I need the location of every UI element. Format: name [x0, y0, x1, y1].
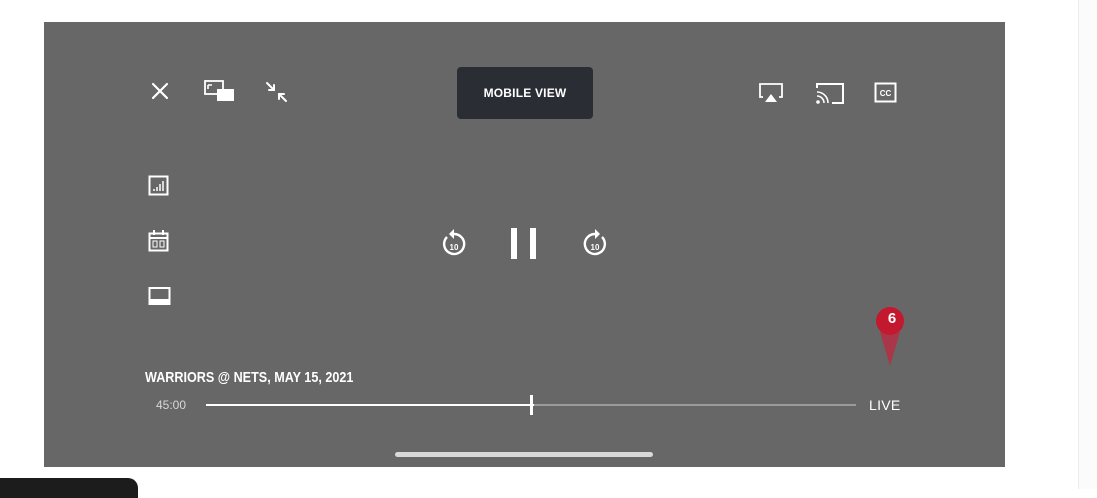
mini-player-icon[interactable] [148, 286, 172, 308]
svg-text:10: 10 [450, 243, 459, 252]
bottom-dark-tab[interactable] [0, 478, 138, 498]
game-title: WARRIORS @ NETS, MAY 15, 2021 [145, 369, 354, 386]
minimize-icon[interactable] [265, 81, 289, 103]
schedule-icon[interactable] [148, 229, 170, 253]
live-indicator[interactable]: LIVE [869, 397, 901, 413]
home-indicator[interactable] [395, 452, 653, 457]
picture-in-picture-icon[interactable] [203, 79, 237, 105]
forward-10-icon[interactable]: 10 [580, 225, 610, 259]
svg-text:CC: CC [880, 89, 892, 98]
step-marker-number: 6 [887, 310, 897, 327]
mobile-view-button[interactable]: MOBILE VIEW [457, 67, 593, 119]
rewind-10-icon[interactable]: 10 [439, 225, 469, 259]
scrubber-handle[interactable] [530, 395, 533, 415]
stats-icon[interactable] [148, 175, 170, 197]
close-icon[interactable] [150, 81, 170, 101]
svg-text:10: 10 [591, 243, 600, 252]
scrollbar-gutter [1078, 0, 1097, 489]
pause-icon[interactable] [508, 227, 540, 259]
airplay-icon[interactable] [757, 82, 785, 104]
video-player[interactable]: MOBILE VIEW CC 10 10 6 WARRIORS @ NETS, … [44, 22, 1005, 467]
cast-icon[interactable] [815, 82, 847, 106]
elapsed-time: 45:00 [156, 398, 187, 412]
progress-fill [206, 404, 535, 406]
closed-captions-icon[interactable]: CC [874, 82, 898, 104]
